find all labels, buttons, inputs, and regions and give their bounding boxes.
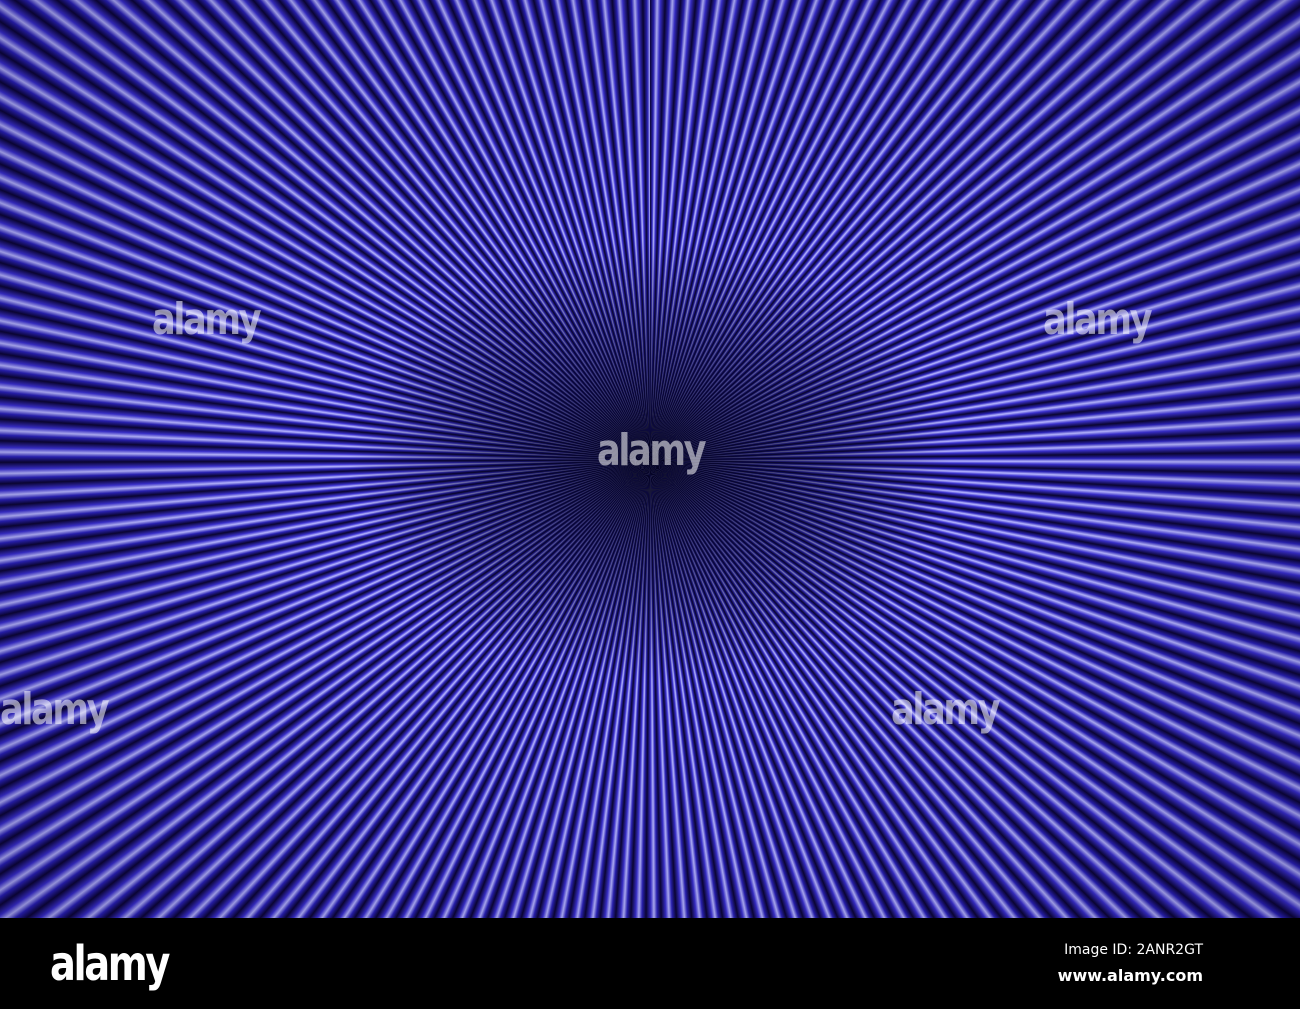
watermark: alamy [0, 684, 110, 735]
watermark: alamy [597, 425, 707, 476]
watermark: alamy [1043, 294, 1153, 345]
radial-starburst-photo: alamy alamy alamy alamy alamy [0, 0, 1300, 918]
footer-bar: alamy Image ID: 2ANR2GT www.alamy.com [0, 918, 1300, 1009]
image-id: Image ID: 2ANR2GT [1064, 942, 1203, 958]
watermark: alamy [152, 294, 262, 345]
site-url: www.alamy.com [1057, 966, 1203, 985]
alamy-logo: alamy [50, 936, 170, 992]
watermark: alamy [891, 684, 1001, 735]
